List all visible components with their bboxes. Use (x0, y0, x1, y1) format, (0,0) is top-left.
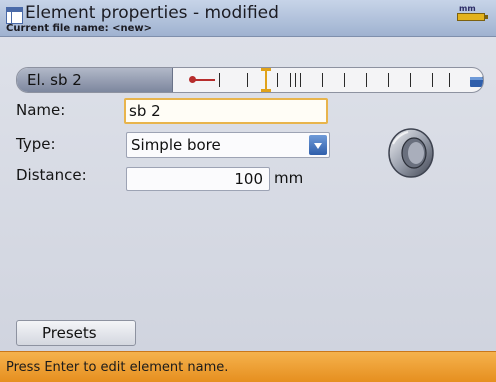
name-field[interactable]: sb 2 (124, 98, 328, 124)
screen: Element properties - modified Current fi… (0, 0, 496, 382)
presets-button-label: Presets (42, 324, 97, 342)
type-select[interactable]: Simple bore (126, 132, 330, 158)
selected-element-tab[interactable]: El. sb 2 (17, 68, 173, 92)
type-label: Type: (16, 135, 56, 153)
ruler-tick (300, 73, 301, 87)
ruler-tick (410, 73, 411, 87)
name-label: Name: (16, 101, 66, 119)
ruler-tick (366, 73, 367, 87)
ruler-tick (295, 73, 296, 87)
ruler-tick (277, 73, 278, 87)
name-field-value: sb 2 (129, 102, 161, 120)
ruler-tick (344, 73, 345, 87)
simple-bore-icon (388, 128, 434, 178)
distance-unit: mm (274, 169, 304, 187)
type-select-value: Simple bore (131, 136, 221, 154)
element-ruler (177, 68, 457, 92)
ruler-tick (219, 73, 220, 87)
distance-field[interactable]: 100 (126, 167, 270, 191)
presets-button[interactable]: Presets (16, 320, 136, 346)
machine-icon (470, 74, 483, 87)
title-bar: Element properties - modified Current fi… (0, 0, 496, 37)
window-title: Element properties - modified (25, 3, 279, 23)
unit-label: mm (459, 4, 476, 13)
element-strip[interactable]: El. sb 2 (16, 67, 484, 93)
distance-label: Distance: (16, 166, 87, 184)
distance-field-value: 100 (234, 170, 263, 188)
status-bar: Press Enter to edit element name. (0, 351, 496, 382)
ruler-tick (322, 73, 323, 87)
status-message: Press Enter to edit element name. (6, 360, 229, 375)
ruler-tick (290, 73, 291, 87)
window-icon (6, 7, 23, 24)
ruler-tick (432, 73, 433, 87)
unit-indicator: mm (455, 4, 489, 21)
current-file-name: Current file name: <new> (6, 23, 153, 34)
ruler-tick (449, 73, 450, 87)
battery-icon (457, 13, 488, 21)
element-cursor[interactable] (261, 68, 271, 92)
ruler-tick (388, 73, 389, 87)
ruler-tick (247, 73, 248, 87)
selected-element-label: El. sb 2 (27, 71, 82, 89)
dropdown-arrow-icon[interactable] (309, 135, 327, 155)
